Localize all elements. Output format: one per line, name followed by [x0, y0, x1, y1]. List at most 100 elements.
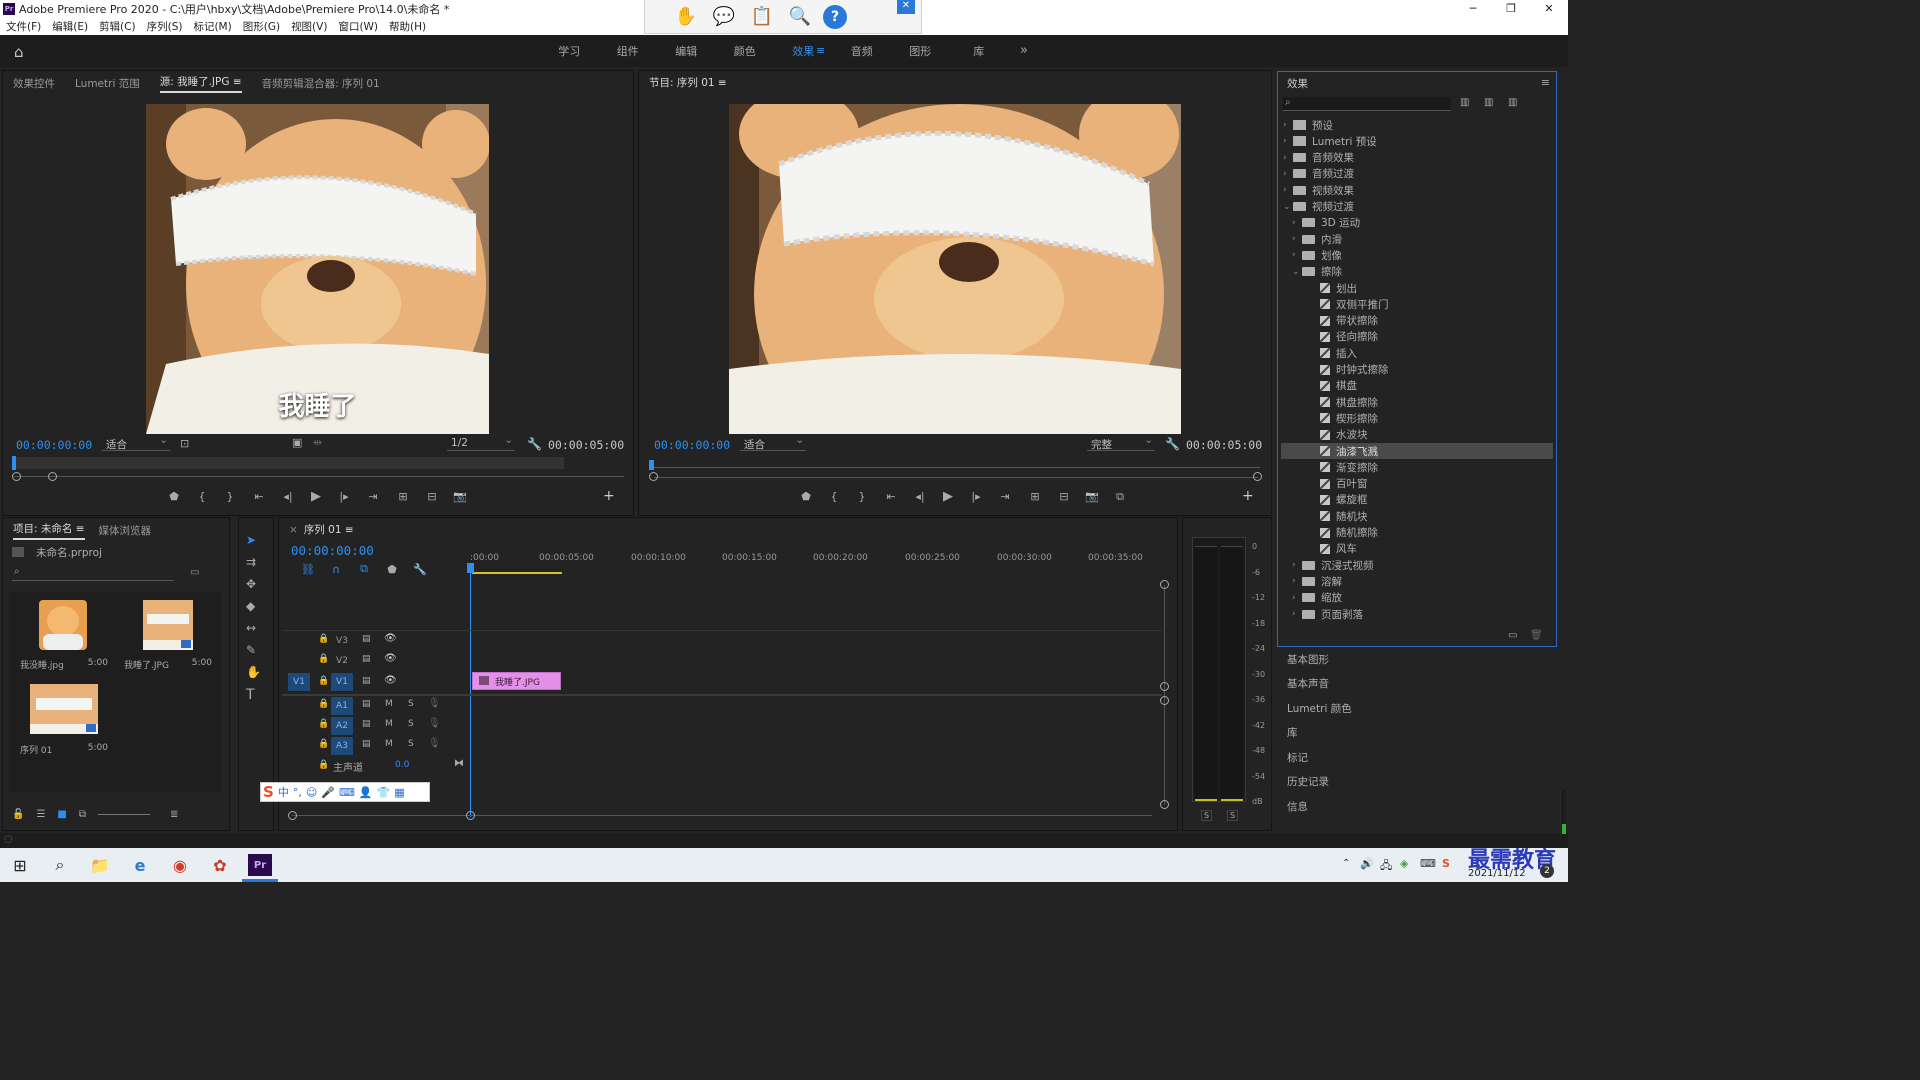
- effects-tree-item[interactable]: › 预设: [1283, 117, 1333, 133]
- timeline-playhead[interactable]: [470, 563, 471, 817]
- meter-solo-left[interactable]: S: [1201, 810, 1213, 821]
- menu-markers[interactable]: 标记(M): [193, 19, 231, 34]
- razor-tool-icon[interactable]: ◆: [246, 599, 266, 621]
- freeform-view-icon[interactable]: ⧉: [79, 809, 86, 820]
- source-add-button-icon[interactable]: +: [603, 488, 615, 504]
- effects-tree-item[interactable]: 渐变擦除: [1314, 459, 1378, 475]
- timeline-settings-icon[interactable]: 🔧: [406, 563, 434, 576]
- track-lock-icon[interactable]: 🔒: [318, 739, 329, 749]
- timeline-menu-icon[interactable]: ≡: [345, 524, 354, 536]
- pen-tool-icon[interactable]: ✎: [246, 643, 266, 665]
- source-settings-icon[interactable]: 🔧: [527, 437, 542, 451]
- timeline-marker-icon[interactable]: ⬟: [378, 563, 406, 576]
- vscroll-handle-mid1[interactable]: [1160, 682, 1169, 691]
- source-zoom-bar[interactable]: [14, 476, 624, 477]
- effects-tree-item[interactable]: › 缩放: [1292, 590, 1342, 606]
- chevron-right-icon[interactable]: ›: [1283, 185, 1293, 195]
- vscroll-handle-top[interactable]: [1160, 580, 1169, 589]
- chevron-down-icon[interactable]: ⌄: [1292, 267, 1302, 277]
- chevron-right-icon[interactable]: ›: [1292, 560, 1302, 570]
- program-go-to-out-icon[interactable]: ⇥: [990, 490, 1020, 503]
- safe-margins-icon[interactable]: ⊡: [180, 437, 189, 450]
- sync-lock-icon[interactable]: ▤: [362, 634, 371, 644]
- track-name[interactable]: A1: [331, 697, 353, 715]
- zoom-icon[interactable]: 🔍: [785, 4, 815, 30]
- hand-icon[interactable]: ✋: [671, 4, 701, 30]
- effects-tree-item[interactable]: 棋盘擦除: [1314, 394, 1378, 410]
- effects-tree-item[interactable]: ⌄ 擦除: [1292, 264, 1342, 280]
- program-go-to-in-icon[interactable]: ⇤: [876, 490, 906, 503]
- workspace-tab-libraries[interactable]: 库: [950, 43, 1009, 59]
- program-step-forward-icon[interactable]: |▸: [962, 490, 990, 503]
- source-zoom-handle-left[interactable]: [12, 472, 21, 481]
- tab-effect-controls[interactable]: 效果控件: [13, 76, 55, 91]
- program-zoom-handle-left[interactable]: [649, 472, 658, 481]
- tab-sequence[interactable]: 序列 01 ≡: [304, 522, 354, 539]
- program-quality-dropdown[interactable]: 完整: [1087, 434, 1155, 451]
- toolbar-close-icon[interactable]: ✕: [897, 0, 915, 14]
- minimize-button[interactable]: ─: [1454, 0, 1492, 18]
- program-timecode[interactable]: 00:00:00:00: [654, 438, 730, 452]
- go-to-in-icon[interactable]: ⇤: [244, 490, 274, 503]
- export-icon[interactable]: 📋: [747, 4, 777, 30]
- source-resolution-dropdown[interactable]: 1/2: [447, 434, 515, 451]
- home-icon[interactable]: ⌂: [14, 43, 32, 61]
- vscroll-handle-mid2[interactable]: [1160, 696, 1169, 705]
- chevron-right-icon[interactable]: ›: [1283, 153, 1293, 163]
- sync-lock-icon[interactable]: ▤: [362, 719, 371, 729]
- step-back-icon[interactable]: ◂|: [274, 490, 302, 503]
- track-lock-icon[interactable]: 🔒: [318, 760, 329, 770]
- menu-edit[interactable]: 编辑(E): [52, 19, 88, 34]
- workspace-menu-icon[interactable]: ≡: [816, 44, 825, 57]
- sync-lock-icon[interactable]: ▤: [362, 699, 371, 709]
- tab-audio-clip-mixer[interactable]: 音频剪辑混合器: 序列 01: [262, 76, 380, 91]
- timeline-timecode[interactable]: 00:00:00:00: [291, 543, 374, 558]
- effects-tree-item[interactable]: › 音频效果: [1283, 150, 1354, 166]
- sogou-logo-icon[interactable]: S: [263, 783, 274, 801]
- 32bit-effects-icon[interactable]: ▥: [1484, 97, 1493, 108]
- meter-solo-right[interactable]: S: [1227, 810, 1239, 821]
- workspace-tab-audio[interactable]: 音频: [833, 43, 892, 59]
- menu-clip[interactable]: 剪辑(C): [99, 19, 136, 34]
- effects-tree-item[interactable]: 时钟式擦除: [1314, 362, 1389, 378]
- comment-icon[interactable]: 💬: [709, 4, 739, 30]
- program-play-icon[interactable]: ▶: [934, 489, 962, 504]
- program-playhead[interactable]: [649, 460, 654, 470]
- hscroll-handle-left[interactable]: [288, 811, 297, 820]
- effects-tree-item[interactable]: 划出: [1314, 280, 1357, 296]
- panel-menu-icon[interactable]: ≡: [233, 76, 242, 88]
- menu-sequence[interactable]: 序列(S): [147, 19, 183, 34]
- tray-ime-icon[interactable]: ⌨: [1420, 857, 1436, 870]
- effects-tree-item[interactable]: 水波块: [1314, 427, 1368, 443]
- chrome-icon[interactable]: ◉: [168, 854, 192, 876]
- program-mark-in-icon[interactable]: {: [820, 490, 848, 503]
- master-volume-value[interactable]: 0.0: [395, 760, 409, 770]
- effects-tree-item[interactable]: 随机擦除: [1314, 525, 1378, 541]
- chevron-right-icon[interactable]: ›: [1292, 593, 1302, 603]
- timeline-tab-close-icon[interactable]: ×: [289, 524, 298, 536]
- effects-tree-item[interactable]: › 页面剥落: [1292, 606, 1363, 622]
- app-icon[interactable]: ✿: [208, 854, 232, 876]
- mute-button[interactable]: M: [385, 739, 393, 749]
- zoom-slider[interactable]: [98, 814, 151, 815]
- track-lock-icon[interactable]: 🔒: [318, 654, 329, 664]
- track-lock-icon[interactable]: 🔒: [318, 699, 329, 709]
- effects-tree-item[interactable]: 随机块: [1314, 508, 1368, 524]
- effects-tree-item[interactable]: 径向擦除: [1314, 329, 1378, 345]
- program-add-marker-icon[interactable]: ⬟: [792, 490, 820, 503]
- ime-skin-icon[interactable]: 👕: [377, 786, 391, 799]
- tab-program[interactable]: 节目: 序列 01 ≡: [649, 75, 727, 92]
- go-to-out-icon[interactable]: ⇥: [358, 490, 388, 503]
- chevron-right-icon[interactable]: ›: [1283, 169, 1293, 179]
- workspace-tab-graphics[interactable]: 图形: [891, 43, 950, 59]
- mute-button[interactable]: M: [385, 719, 393, 729]
- linked-selection-icon[interactable]: ⧉: [350, 562, 378, 576]
- effects-tree-item[interactable]: 双侧平推门: [1314, 296, 1389, 312]
- insert-icon[interactable]: ▣: [292, 436, 302, 449]
- effects-tree-item[interactable]: › Lumetri 预设: [1283, 133, 1377, 149]
- edge-browser-icon[interactable]: e: [128, 854, 152, 876]
- track-eye-icon[interactable]: 👁: [384, 675, 397, 686]
- effects-tree-item[interactable]: › 划像: [1292, 247, 1342, 263]
- menu-view[interactable]: 视图(V): [291, 19, 327, 34]
- track-eye-icon[interactable]: 👁: [384, 633, 397, 644]
